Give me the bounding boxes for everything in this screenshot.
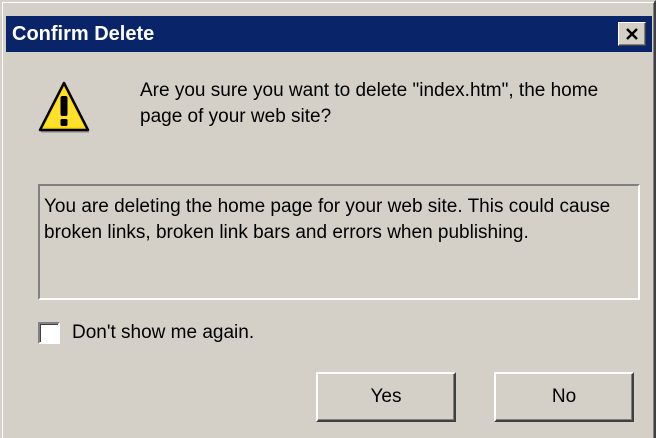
title-bar[interactable]: Confirm Delete	[6, 16, 652, 52]
close-icon	[626, 28, 638, 40]
warning-icon	[38, 81, 90, 133]
confirm-message: Are you sure you want to delete "index.h…	[140, 80, 599, 127]
dont-show-again-checkbox[interactable]	[38, 322, 60, 344]
warning-details-box: You are deleting the home page for your …	[38, 184, 640, 300]
dont-show-again-option[interactable]: Don't show me again.	[38, 320, 254, 346]
dont-show-again-label[interactable]: Don't show me again.	[72, 320, 254, 346]
yes-button[interactable]: Yes	[316, 372, 456, 422]
no-button[interactable]: No	[494, 372, 634, 422]
close-button[interactable]	[618, 22, 646, 46]
confirm-delete-dialog: Confirm Delete Are you sure you want to …	[0, 0, 656, 438]
window-title: Confirm Delete	[12, 23, 155, 45]
